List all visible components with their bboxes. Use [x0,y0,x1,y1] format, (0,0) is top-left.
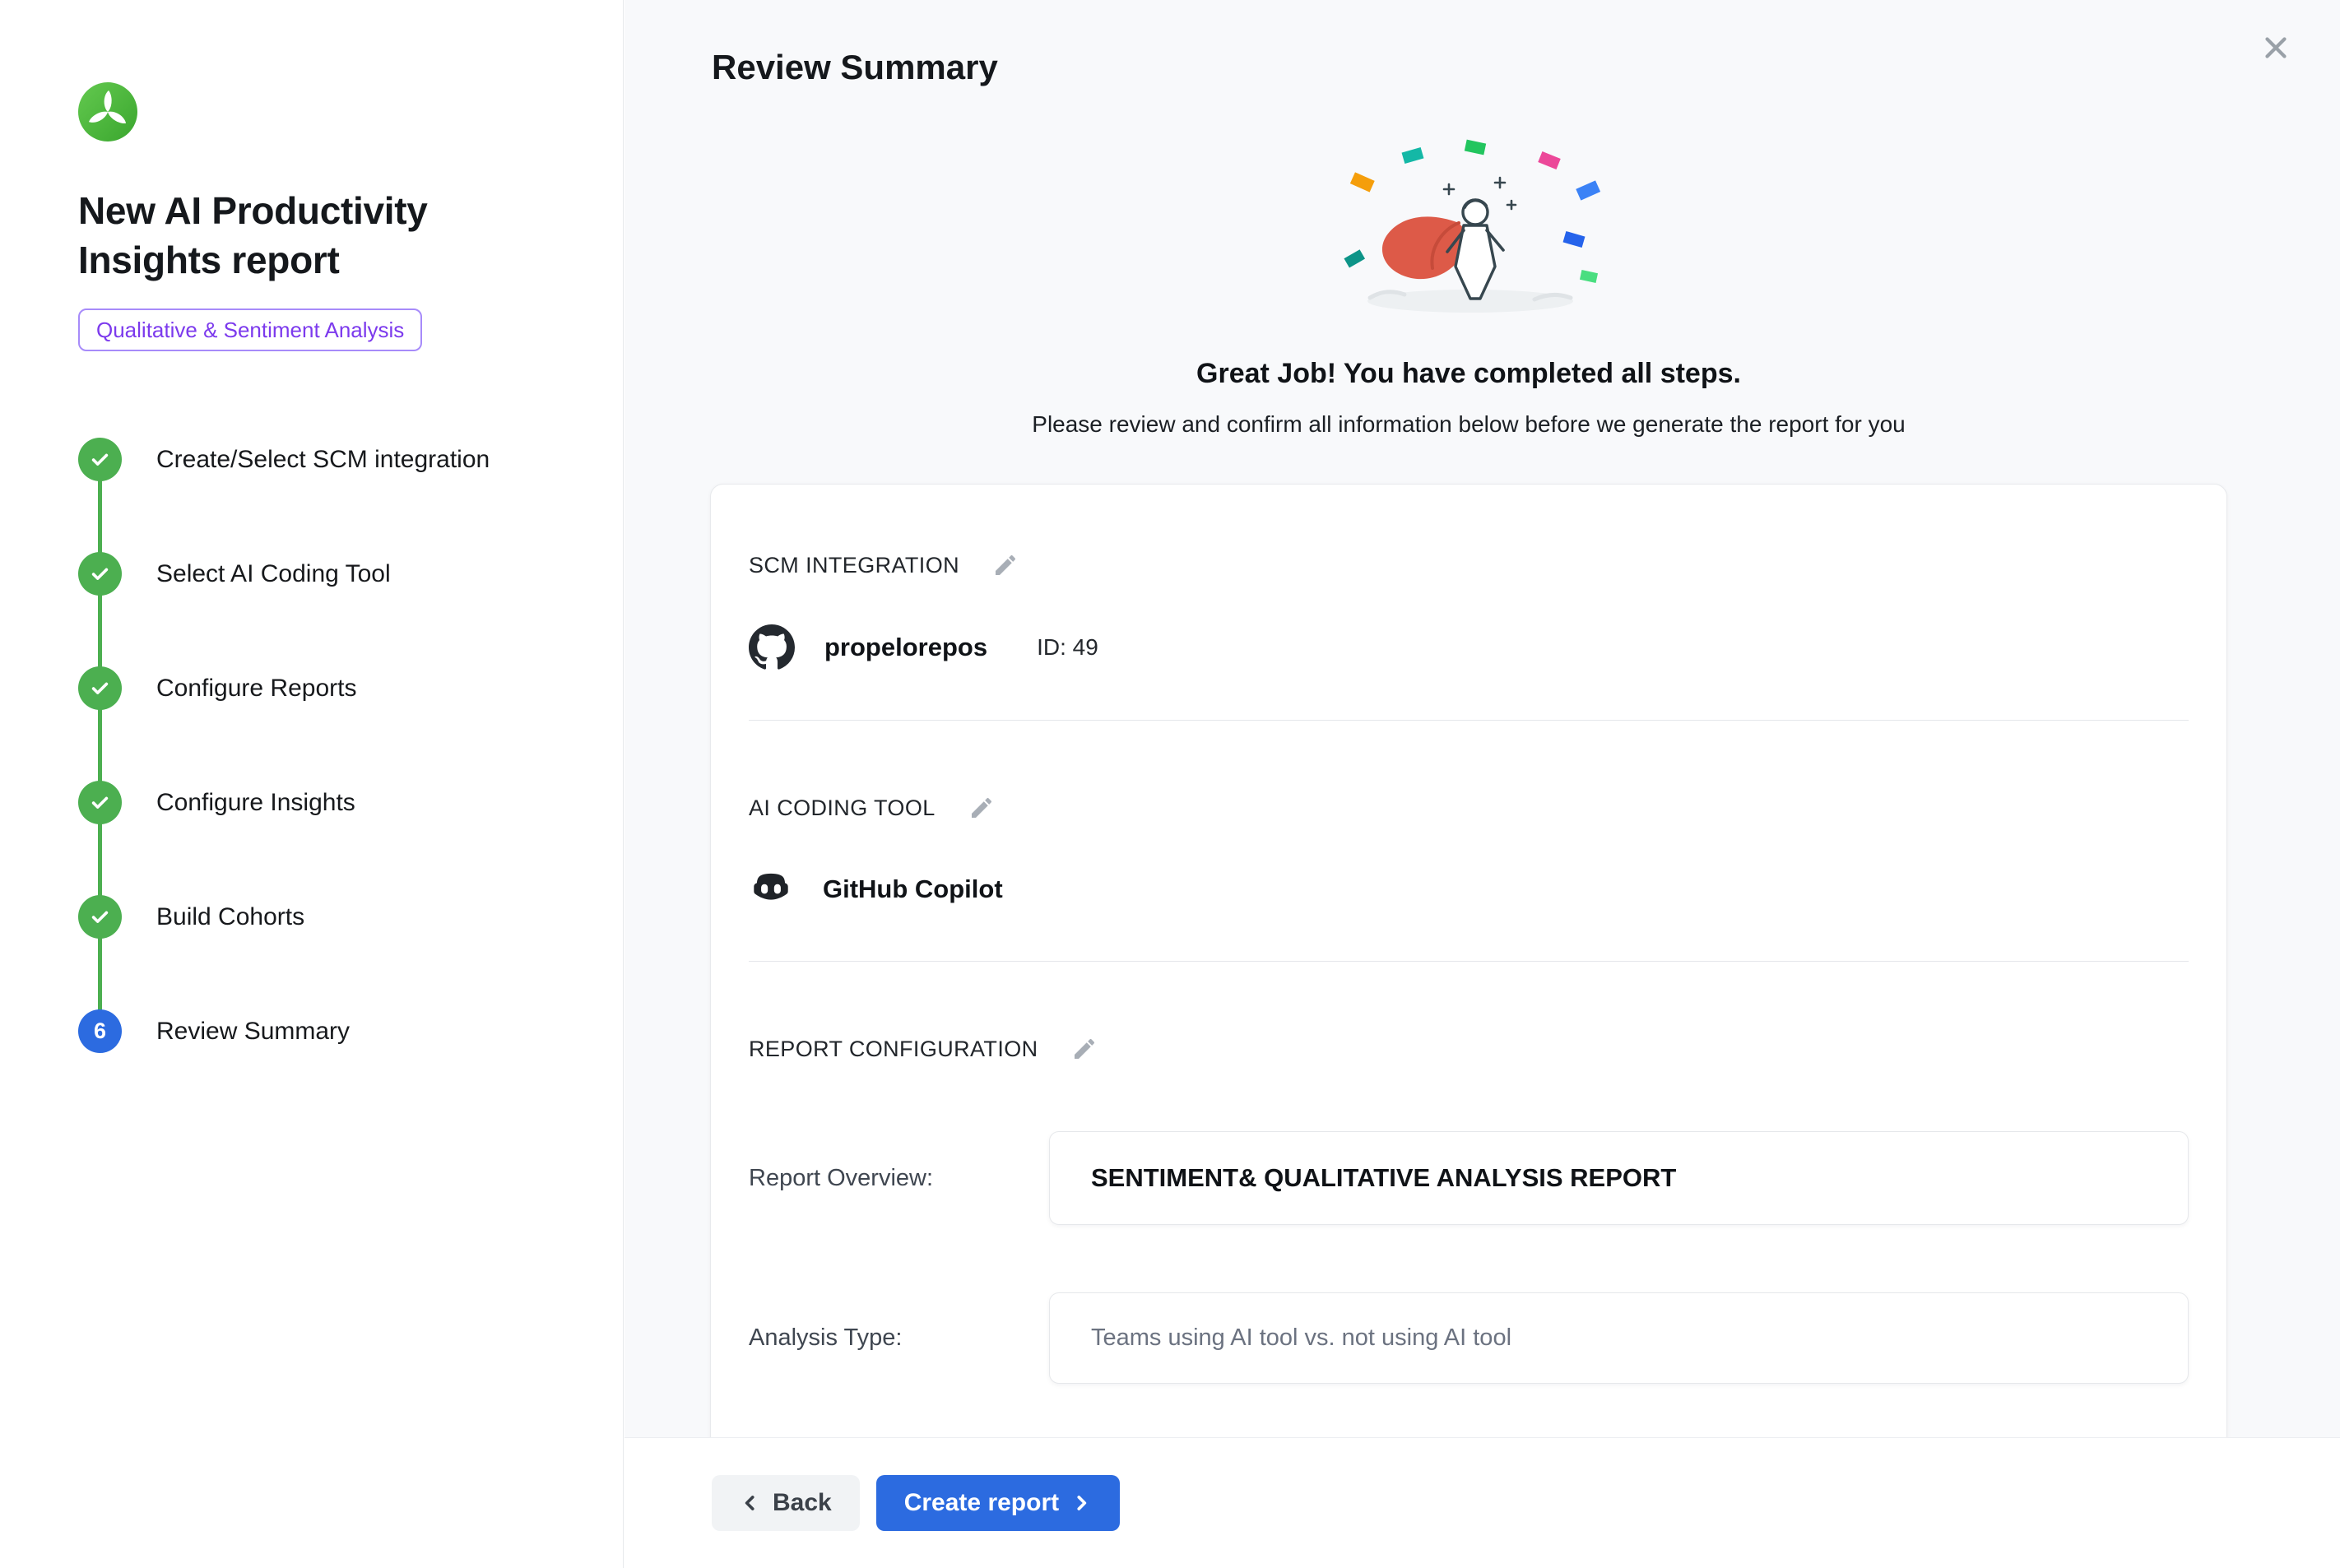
step-label: Select AI Coding Tool [156,560,391,588]
page-title: Review Summary [712,48,998,87]
report-overview-value: SENTIMENT& QUALITATIVE ANALYSIS REPORT [1049,1131,2189,1225]
review-summary-pane: Review Summary [624,0,2340,1568]
congrats-block: Great Job! You have completed all steps.… [710,137,2227,438]
chevron-right-icon [1070,1492,1092,1514]
step-ai-coding-tool[interactable]: Select AI Coding Tool [78,517,573,631]
step-label: Create/Select SCM integration [156,446,490,474]
step-label: Build Cohorts [156,903,304,931]
close-icon[interactable] [2254,26,2297,69]
step-label: Configure Insights [156,789,355,817]
ai-tool-row: GitHub Copilot [749,867,2189,912]
step-label: Review Summary [156,1018,350,1046]
wizard-stepper: Create/Select SCM integration Select AI … [78,402,573,1088]
back-button-label: Back [773,1489,832,1517]
app-window: New AI Productivity Insights report Qual… [0,0,2340,1568]
analysis-type-badge: Qualitative & Sentiment Analysis [78,308,422,352]
step-configure-reports[interactable]: Configure Reports [78,631,573,745]
ai-tool-section-header: AI CODING TOOL [749,793,2189,823]
edit-scm-icon[interactable] [991,550,1020,580]
divider [749,720,2189,721]
propel-logo-icon [78,82,137,141]
check-icon [78,438,122,481]
wizard-footer: Back Create report [624,1437,2340,1568]
create-report-label: Create report [904,1489,1059,1517]
step-number-badge: 6 [78,1009,122,1053]
report-config-section-header: REPORT CONFIGURATION [749,1034,2189,1064]
scm-section-header: SCM INTEGRATION [749,550,2189,580]
report-title: New AI Productivity Insights report [78,187,506,285]
step-configure-insights[interactable]: Configure Insights [78,745,573,860]
check-icon [78,552,122,596]
back-button[interactable]: Back [712,1475,860,1531]
scm-integration-row: propelorepos ID: 49 [749,624,2189,670]
divider [749,961,2189,962]
analysis-type-field: Analysis Type: Teams using AI tool vs. n… [749,1292,2189,1384]
copilot-icon [749,867,793,912]
check-icon [78,781,122,824]
sidebar: New AI Productivity Insights report Qual… [0,0,624,1568]
ai-tool-name: GitHub Copilot [823,874,1003,904]
scm-integration-name: propelorepos [824,633,987,662]
ai-tool-section-label: AI CODING TOOL [749,796,936,821]
report-config-section-label: REPORT CONFIGURATION [749,1037,1038,1062]
report-overview-field: Report Overview: SENTIMENT& QUALITATIVE … [749,1131,2189,1225]
create-report-button[interactable]: Create report [876,1475,1120,1531]
chevron-left-icon [740,1492,761,1514]
edit-report-config-icon[interactable] [1070,1034,1099,1064]
check-icon [78,666,122,710]
github-icon [749,624,795,670]
analysis-type-label: Analysis Type: [749,1324,1049,1352]
edit-ai-tool-icon[interactable] [967,793,996,823]
congrats-title: Great Job! You have completed all steps. [710,358,2227,390]
celebration-illustration [1288,137,1650,326]
report-overview-label: Report Overview: [749,1165,1049,1192]
step-scm-integration[interactable]: Create/Select SCM integration [78,402,573,517]
step-build-cohorts[interactable]: Build Cohorts [78,860,573,974]
check-icon [78,895,122,939]
scm-section-label: SCM INTEGRATION [749,553,959,578]
step-label: Configure Reports [156,675,356,703]
scm-integration-id: ID: 49 [1037,634,1098,661]
summary-card: SCM INTEGRATION propelorepos ID: 49 AI C… [710,484,2227,1568]
congrats-subtitle: Please review and confirm all informatio… [710,411,2227,438]
analysis-type-value: Teams using AI tool vs. not using AI too… [1049,1292,2189,1384]
scroll-content: Great Job! You have completed all steps.… [624,0,2340,1568]
step-review-summary[interactable]: 6 Review Summary [78,974,573,1088]
